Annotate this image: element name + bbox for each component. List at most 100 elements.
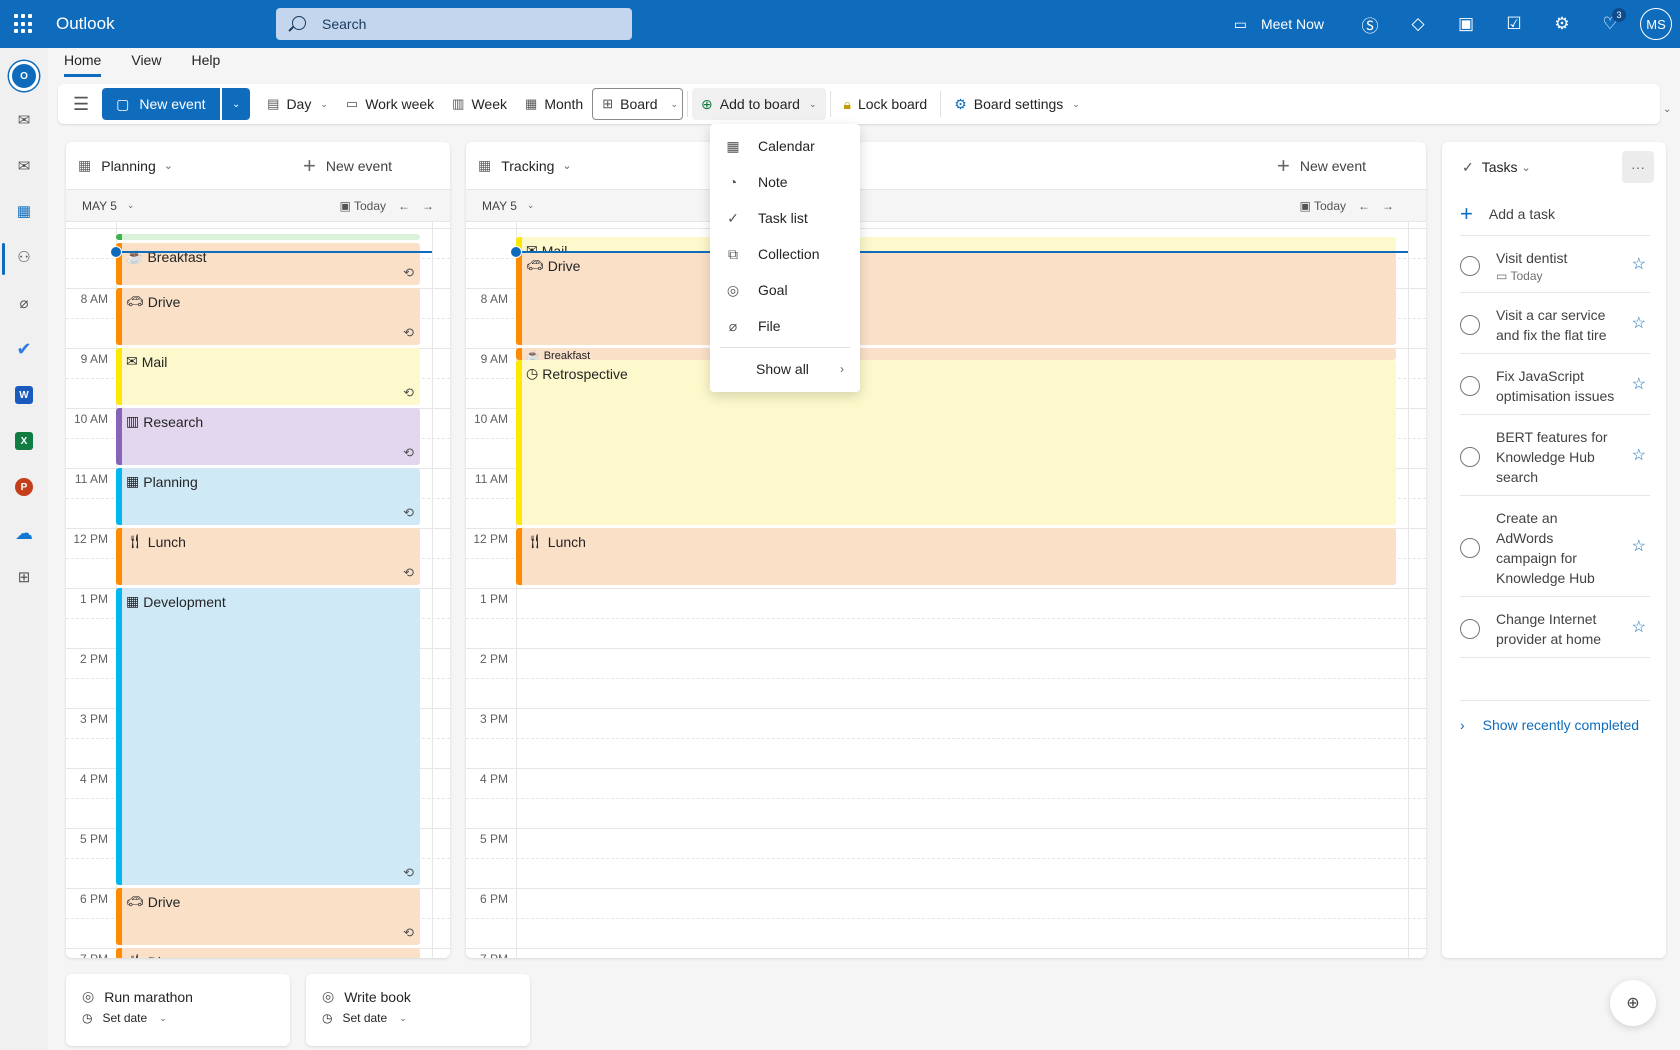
- menu-item-collection[interactable]: ⧉ Collection: [710, 236, 860, 272]
- menu-item-show-all[interactable]: Show all ›: [710, 351, 860, 387]
- day-view-button[interactable]: ▤ Day ⌄: [258, 88, 337, 120]
- attachments-paperclip-icon[interactable]: ⌀: [0, 287, 48, 319]
- zoom-in-button[interactable]: ⊕: [1610, 980, 1656, 1026]
- prev-arrow-icon[interactable]: ←: [398, 199, 410, 213]
- star-icon[interactable]: ☆: [1632, 254, 1646, 274]
- star-icon[interactable]: ☆: [1632, 445, 1646, 465]
- new-event-button[interactable]: ▢ New event: [102, 88, 221, 120]
- panel-title[interactable]: Tracking: [501, 158, 554, 174]
- complete-task-checkbox[interactable]: [1460, 619, 1480, 639]
- goal-card[interactable]: ◎ Run marathon ◷ Set date ⌄: [66, 974, 290, 1046]
- chevron-down-icon[interactable]: ⌄: [164, 159, 173, 172]
- tab-home[interactable]: Home: [64, 52, 102, 77]
- task-item[interactable]: Visit a car service and fix the flat tir…: [1460, 293, 1650, 354]
- menu-item-note[interactable]: ◔ Note: [710, 164, 860, 200]
- calendar-event[interactable]: 🍴︎ Lunch ⟲: [116, 528, 420, 585]
- goal-card[interactable]: ◎ Write book ◷ Set date ⌄: [306, 974, 530, 1046]
- calendar-event[interactable]: ⚐ Exercise: [116, 234, 420, 240]
- set-date-button[interactable]: ◷ Set date ⌄: [322, 1011, 514, 1025]
- month-button[interactable]: ▦ Month: [516, 88, 592, 120]
- lock-board-button[interactable]: 🔒︎ Lock board: [835, 88, 937, 120]
- tab-help[interactable]: Help: [191, 52, 220, 77]
- people-icon[interactable]: ⚇: [0, 241, 48, 273]
- tasks-title[interactable]: Tasks: [1482, 159, 1518, 175]
- calendar-event[interactable]: ▦ Development ⟲: [116, 588, 420, 885]
- meet-now-button[interactable]: ▭ Meet Now: [1234, 16, 1324, 33]
- menu-item-goal[interactable]: ◎ Goal: [710, 272, 860, 308]
- word-icon[interactable]: W: [0, 379, 48, 411]
- skype-icon[interactable]: Ⓢ: [1346, 0, 1394, 48]
- add-task-button[interactable]: + Add a task: [1460, 192, 1650, 236]
- mail-icon[interactable]: ✉: [0, 150, 48, 182]
- next-arrow-icon[interactable]: →: [1382, 199, 1394, 213]
- date-picker[interactable]: MAY 5: [482, 199, 517, 213]
- task-item[interactable]: Change Internet provider at home ☆: [1460, 597, 1650, 658]
- set-date-button[interactable]: ◷ Set date ⌄: [82, 1011, 274, 1025]
- panel-title[interactable]: Planning: [101, 158, 156, 174]
- new-mail-icon[interactable]: ✉: [0, 104, 48, 136]
- chevron-down-icon[interactable]: ⌄: [527, 200, 535, 211]
- premium-diamond-icon[interactable]: ◇: [1394, 0, 1442, 48]
- task-item[interactable]: Visit dentist ▭ Today ☆: [1460, 236, 1650, 293]
- settings-gear-icon[interactable]: ⚙: [1538, 0, 1586, 48]
- tips-lightbulb-icon[interactable]: ♡ 3: [1586, 0, 1634, 48]
- complete-task-checkbox[interactable]: [1460, 376, 1480, 396]
- hamburger-menu-icon[interactable]: ☰: [64, 88, 98, 120]
- app-launcher-icon[interactable]: [14, 14, 34, 34]
- board-settings-button[interactable]: ⚙ Board settings ⌄: [945, 88, 1089, 120]
- star-icon[interactable]: ☆: [1632, 536, 1646, 556]
- prev-arrow-icon[interactable]: ←: [1358, 199, 1370, 213]
- date-picker[interactable]: MAY 5: [82, 199, 117, 213]
- calendar-event[interactable]: ▥ Research ⟲: [116, 408, 420, 465]
- calendar-event[interactable]: 🚗︎ Drive ⟲: [116, 288, 420, 345]
- star-icon[interactable]: ☆: [1632, 374, 1646, 394]
- excel-icon[interactable]: X: [0, 425, 48, 457]
- my-day-icon[interactable]: ☑: [1490, 0, 1538, 48]
- calendar-event[interactable]: 🚗︎ Drive ⟲: [116, 888, 420, 945]
- menu-item-file[interactable]: ⌀ File: [710, 308, 860, 344]
- calendar-event[interactable]: ☕ Breakfast ⟲: [116, 243, 420, 285]
- board-button[interactable]: ⊞ Board ⌄: [592, 88, 684, 120]
- new-event-button[interactable]: + New event: [1277, 153, 1366, 179]
- onedrive-cloud-icon[interactable]: ☁: [0, 517, 48, 549]
- star-icon[interactable]: ☆: [1632, 313, 1646, 333]
- more-apps-icon[interactable]: ⊞: [0, 561, 48, 593]
- todo-check-icon[interactable]: ✔: [0, 333, 48, 365]
- calendar-event[interactable]: ▦ Planning ⟲: [116, 468, 420, 525]
- calendar-event[interactable]: 🚗︎ Drive: [516, 252, 1396, 345]
- onenote-icon[interactable]: ▣: [1442, 0, 1490, 48]
- task-item[interactable]: BERT features for Knowledge Hub search ☆: [1460, 415, 1650, 496]
- search-box[interactable]: Search: [276, 8, 632, 40]
- tab-view[interactable]: View: [131, 52, 161, 77]
- today-button[interactable]: ▣ Today: [340, 199, 387, 213]
- outlook-logo-icon[interactable]: O: [0, 56, 48, 96]
- calendar-event[interactable]: ◷ Retrospective: [516, 360, 1396, 525]
- calendar-event[interactable]: ✉ Mail ⟲: [116, 348, 420, 405]
- powerpoint-icon[interactable]: P: [0, 471, 48, 503]
- calendar-event[interactable]: ☕ Breakfast: [516, 348, 1396, 360]
- new-event-dropdown[interactable]: ⌄: [222, 88, 251, 120]
- complete-task-checkbox[interactable]: [1460, 538, 1480, 558]
- complete-task-checkbox[interactable]: [1460, 315, 1480, 335]
- chevron-down-icon[interactable]: ⌄: [1522, 161, 1531, 174]
- add-to-board-button[interactable]: ⊕ Add to board ⌄: [692, 88, 826, 120]
- new-event-button[interactable]: + New event: [303, 153, 392, 179]
- calendar-event[interactable]: 🍴︎ Dinner: [116, 948, 420, 958]
- chevron-down-icon[interactable]: ⌄: [127, 200, 135, 211]
- chevron-down-icon[interactable]: ⌄: [562, 159, 571, 172]
- more-options-icon[interactable]: ···: [1622, 151, 1654, 183]
- ribbon-collapse-chevron-icon[interactable]: ⌄: [1663, 104, 1671, 115]
- calendar-event[interactable]: 🍴︎ Lunch: [516, 528, 1396, 585]
- task-item[interactable]: Fix JavaScript optimisation issues ☆: [1460, 354, 1650, 415]
- calendar-event[interactable]: ✉ Mail: [516, 237, 1396, 252]
- menu-item-calendar[interactable]: ▦ Calendar: [710, 128, 860, 164]
- menu-item-task-list[interactable]: ✓ Task list: [710, 200, 860, 236]
- star-icon[interactable]: ☆: [1632, 617, 1646, 637]
- week-button[interactable]: ▥ Week: [443, 88, 516, 120]
- complete-task-checkbox[interactable]: [1460, 256, 1480, 276]
- show-recently-completed-button[interactable]: › Show recently completed: [1460, 700, 1650, 733]
- today-button[interactable]: ▣ Today: [1300, 199, 1347, 213]
- complete-task-checkbox[interactable]: [1460, 447, 1480, 467]
- task-item[interactable]: Create an AdWords campaign for Knowledge…: [1460, 496, 1650, 597]
- work-week-button[interactable]: ▭ Work week: [337, 88, 443, 120]
